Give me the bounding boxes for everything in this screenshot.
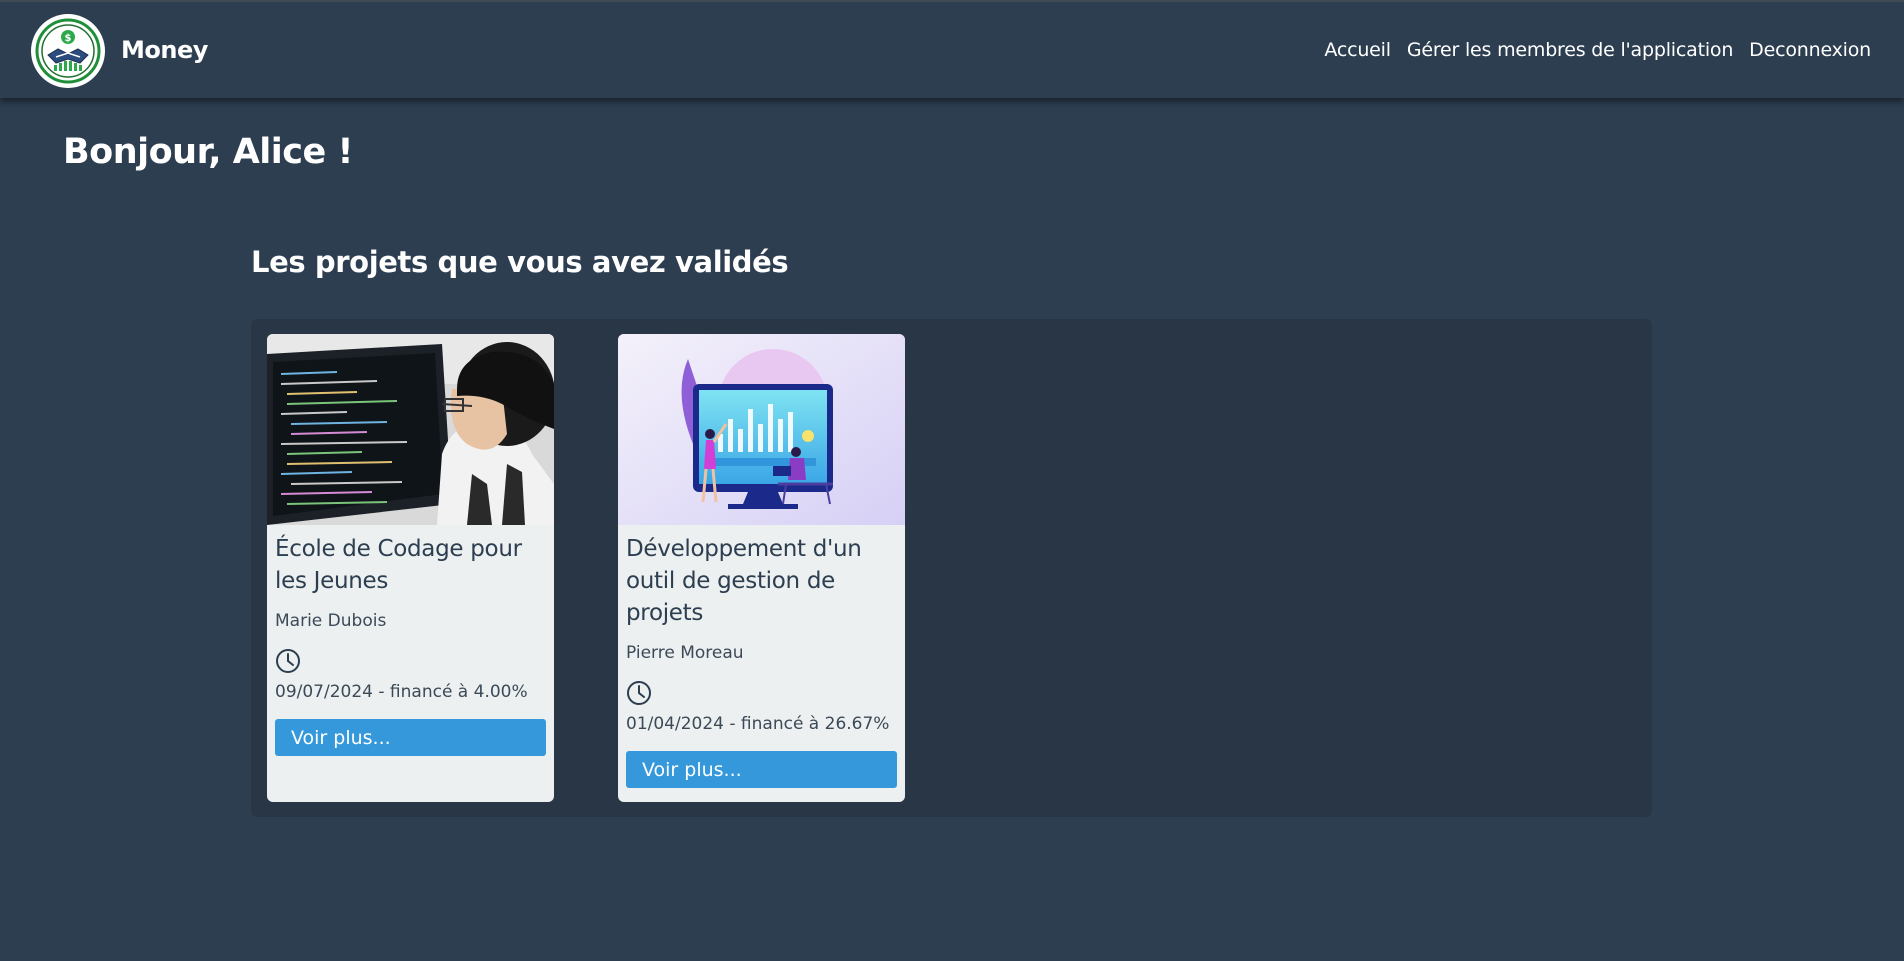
clock-icon bbox=[276, 649, 300, 673]
project-date-funding: 09/07/2024 - financé à 4.00% bbox=[275, 682, 528, 702]
project-date-funding: 01/04/2024 - financé à 26.67% bbox=[626, 714, 890, 734]
clock-icon bbox=[627, 681, 651, 705]
coding-student-photo bbox=[267, 334, 554, 525]
project-title: École de Codage pour les Jeunes bbox=[275, 536, 522, 594]
brand-name[interactable]: Money bbox=[121, 36, 208, 64]
nav-link-logout[interactable]: Deconnexion bbox=[1749, 39, 1871, 61]
view-more-button[interactable]: Voir plus... bbox=[275, 719, 546, 756]
project-author: Pierre Moreau bbox=[626, 643, 744, 663]
svg-text:$: $ bbox=[65, 33, 72, 44]
navbar: $ Money Accueil Gérer les membres de l'a… bbox=[0, 0, 1904, 98]
app-logo-icon[interactable]: $ bbox=[31, 14, 105, 88]
project-author: Marie Dubois bbox=[275, 611, 387, 631]
dashboard-illustration bbox=[618, 334, 905, 525]
project-title: Développement d'un outil de gestion de p… bbox=[626, 536, 862, 626]
view-more-button[interactable]: Voir plus... bbox=[626, 751, 897, 788]
main-nav: Accueil Gérer les membres de l'applicati… bbox=[1324, 39, 1871, 61]
nav-link-manage-members[interactable]: Gérer les membres de l'application bbox=[1407, 39, 1734, 61]
project-card: École de Codage pour les Jeunes Marie Du… bbox=[267, 334, 554, 802]
project-card: Développement d'un outil de gestion de p… bbox=[618, 334, 905, 802]
nav-link-accueil[interactable]: Accueil bbox=[1324, 39, 1391, 61]
greeting-heading: Bonjour, Alice ! bbox=[63, 132, 353, 172]
section-title: Les projets que vous avez validés bbox=[251, 245, 789, 279]
